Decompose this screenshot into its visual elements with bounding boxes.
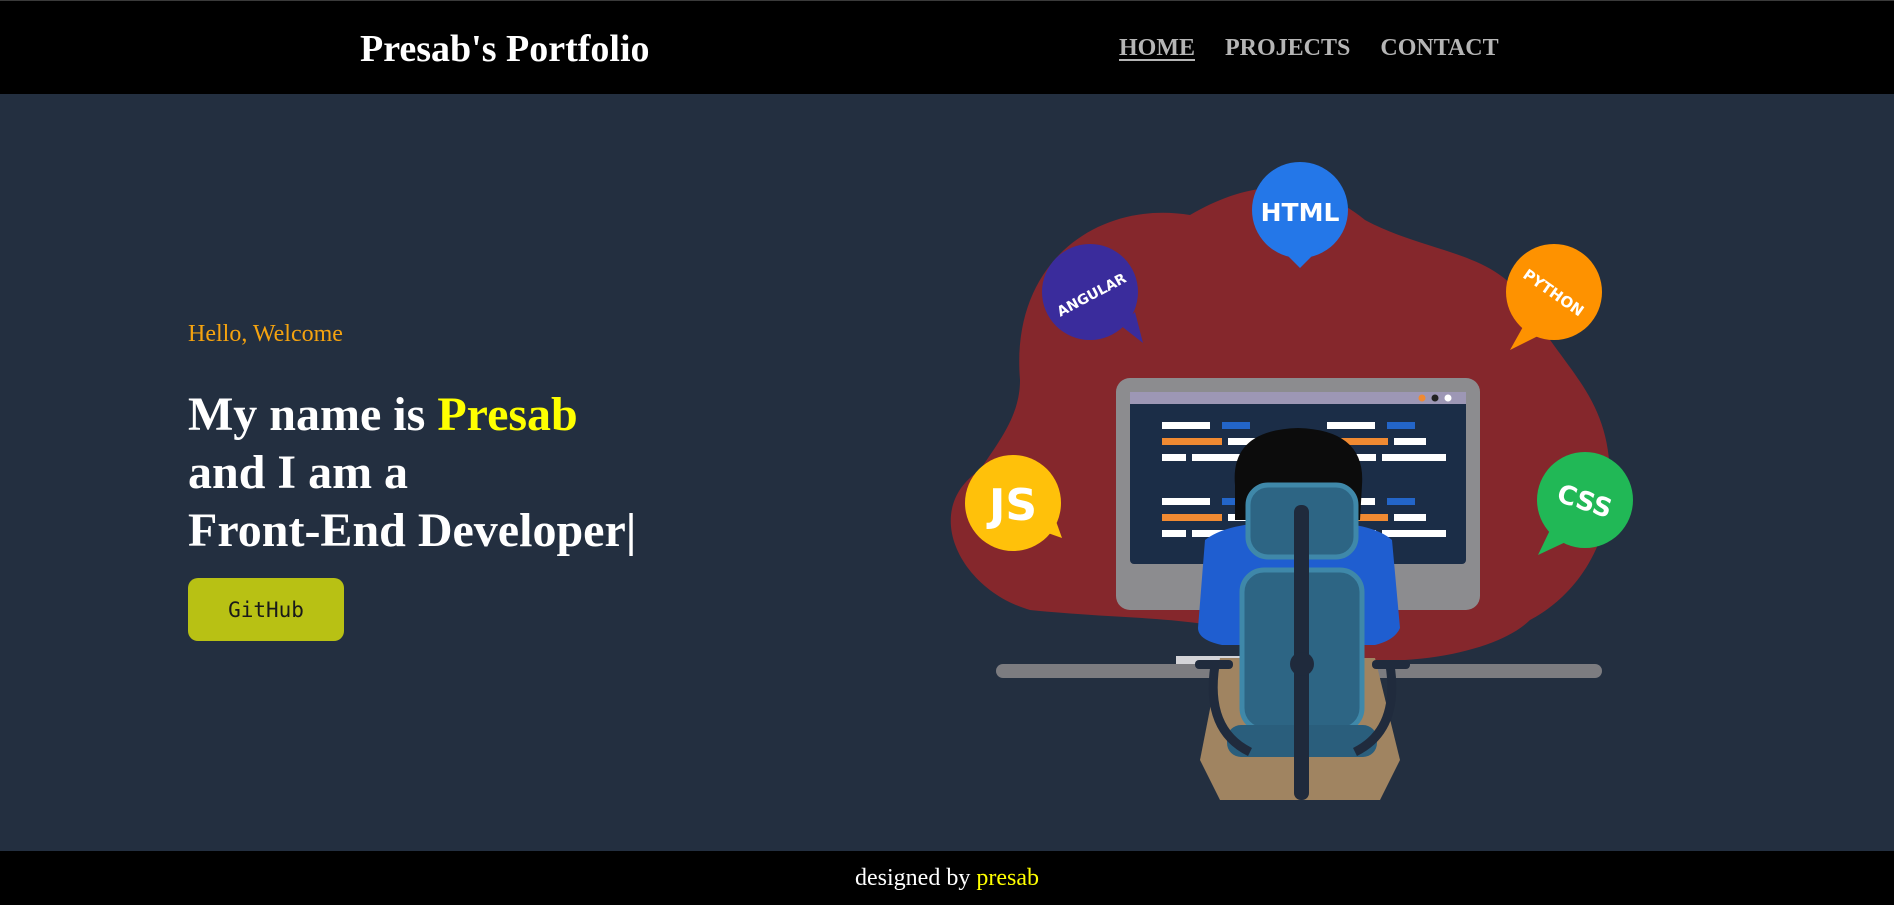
footer-credit-prefix: designed by (855, 865, 977, 891)
developer-illustration: HTML ANGULAR PYTHON JS CSS (950, 162, 1633, 800)
main-nav: HOME PROJECTS CONTACT (1119, 33, 1529, 63)
page-footer: designed by presab (0, 851, 1894, 905)
js-badge-label: JS (986, 480, 1037, 531)
greeting-text: Hello, Welcome (188, 321, 343, 347)
typed-role-text: Front-End Developer| (188, 504, 637, 557)
highlighted-name: Presab (437, 388, 578, 441)
footer-author: presab (976, 865, 1039, 891)
nav-projects-link[interactable]: PROJECTS (1225, 33, 1350, 63)
nav-contact-link[interactable]: CONTACT (1380, 33, 1498, 63)
nav-home-link[interactable]: HOME (1119, 33, 1195, 63)
github-button[interactable]: GitHub (188, 578, 344, 641)
css-badge: CSS (1537, 452, 1633, 555)
python-badge: PYTHON (1506, 244, 1602, 350)
headline-line-2: and I am a (188, 446, 409, 499)
site-brand[interactable]: Presab's Portfolio (360, 27, 650, 71)
headline-prefix: My name is (188, 388, 438, 441)
headline-line-1: My name is Presab (188, 386, 636, 444)
hero-intro: Hello, Welcome My name is Presab and I a… (188, 318, 636, 560)
html-badge-label: HTML (1261, 198, 1340, 227)
hero-headline: My name is Presab and I am a Front-End D… (188, 386, 636, 560)
top-navbar: Presab's Portfolio HOME PROJECTS CONTACT (0, 0, 1894, 94)
